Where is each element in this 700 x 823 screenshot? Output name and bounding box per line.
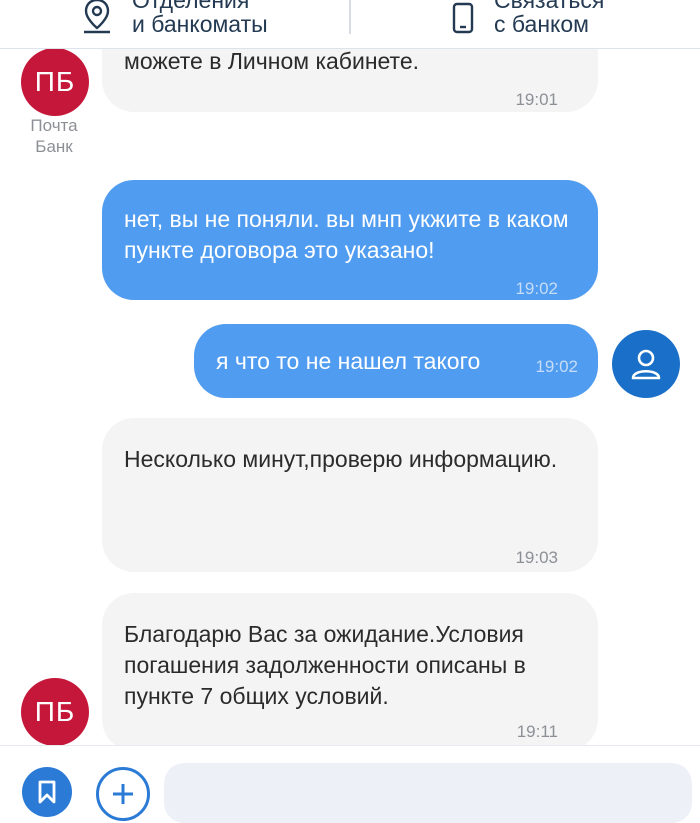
message-text: можете в Личном кабинете.	[124, 48, 420, 74]
message-bubble-outgoing: нет, вы не поняли. вы мнп укжите в каком…	[102, 180, 598, 300]
tab-contact-line2: с банком	[494, 11, 589, 37]
bank-name-line1: Почта	[30, 116, 78, 135]
message-text: Благодарю Вас за ожидание.Условия погаше…	[124, 621, 526, 709]
add-attachment-button[interactable]	[96, 767, 150, 821]
phone-icon	[452, 2, 474, 34]
tab-divider	[349, 0, 351, 34]
message-input[interactable]	[164, 763, 692, 823]
message-text: я что то не нашел такого	[216, 348, 481, 374]
composer-bar	[0, 745, 700, 823]
message-time: 19:01	[515, 90, 558, 109]
message-bubble-outgoing: я что то не нашел такого 19:02	[194, 324, 598, 398]
bank-avatar: ПБ	[21, 48, 89, 116]
user-icon	[631, 349, 661, 380]
message-time: 19:02	[515, 279, 558, 298]
message-time: 19:03	[515, 548, 558, 567]
plus-icon	[113, 784, 133, 804]
map-pin-icon	[84, 0, 110, 34]
bank-avatar-initials: ПБ	[34, 66, 76, 97]
tab-branches-line2: и банкоматы	[132, 11, 268, 37]
message-time: 19:11	[516, 722, 558, 741]
chat-area[interactable]: можете в Личном кабинете. 19:01 ПБ Почта…	[0, 0, 700, 751]
message-text: нет, вы не поняли. вы мнп укжите в каком…	[124, 206, 569, 263]
bank-name: Почта Банк	[14, 115, 94, 157]
tab-branches-label: Отделения и банкоматы	[132, 0, 268, 36]
tab-contact-label: Связаться с банком	[494, 0, 604, 36]
bank-avatar: ПБ	[21, 678, 89, 746]
message-bubble-incoming: Несколько минут,проверю информацию. 19:0…	[102, 418, 598, 572]
message-text: Несколько минут,проверю информацию.	[124, 446, 558, 472]
user-avatar	[612, 330, 680, 398]
message-time: 19:02	[535, 357, 578, 376]
bank-avatar-initials: ПБ	[34, 696, 76, 727]
top-bar: Отделения и банкоматы Связаться с банком	[0, 0, 700, 49]
bookmark-button[interactable]	[22, 767, 72, 817]
bookmark-icon	[38, 780, 56, 804]
bank-name-line2: Банк	[35, 137, 73, 156]
message-bubble-incoming: Благодарю Вас за ожидание.Условия погаше…	[102, 593, 598, 751]
